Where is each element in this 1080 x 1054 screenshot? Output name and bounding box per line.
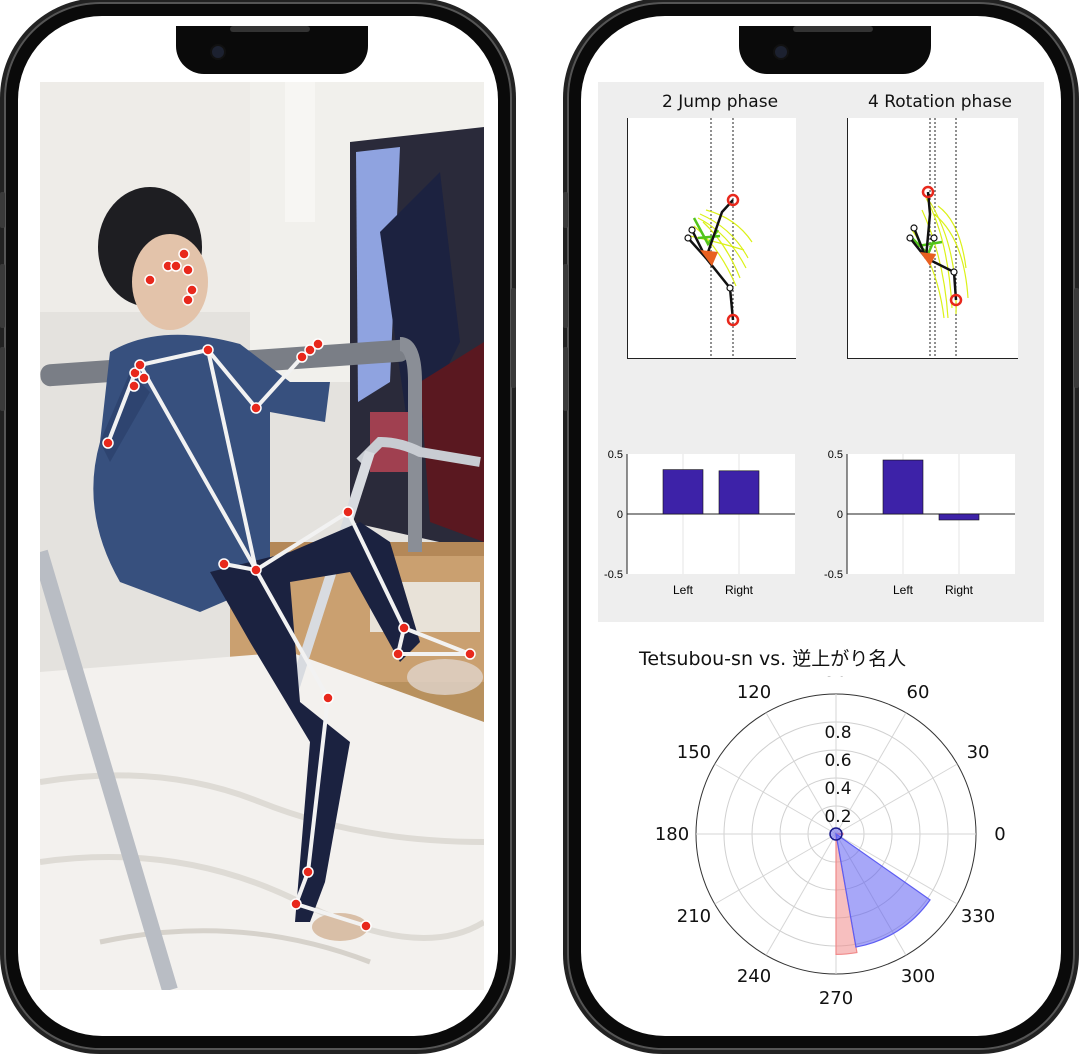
angle-tick-180: 180 (655, 824, 689, 845)
right-screen: 2 Jump phase 4 Rotation phase 0.5 0 -0.5… (581, 16, 1061, 1036)
volume-up-button[interactable] (0, 264, 5, 328)
stick-figure-plot-jump (627, 118, 796, 359)
left-screen (18, 16, 498, 1036)
angle-tick-210: 210 (677, 906, 711, 927)
polar-spoke (765, 833, 837, 956)
camera-icon (775, 46, 787, 58)
angle-tick-120: 120 (737, 682, 771, 703)
subplot-title-rotation: 4 Rotation phase (867, 92, 1013, 112)
volume-down-button[interactable] (0, 347, 5, 411)
bar-left (662, 469, 704, 515)
power-button[interactable] (511, 288, 516, 388)
right-phone-frame: 2 Jump phase 4 Rotation phase 0.5 0 -0.5… (563, 2, 1079, 1050)
angle-tick-30: 30 (967, 742, 990, 763)
notch (176, 26, 368, 74)
power-button[interactable] (1074, 288, 1079, 388)
polar-chart: 0 30 60 90 120 150 180 210 240 270 300 330 0.2 0.4 0.6… (655, 676, 1006, 1009)
angle-tick-90: 90 (825, 676, 848, 681)
skeleton-overlay (102, 248, 476, 932)
notch (739, 26, 931, 74)
radial-tick-0.6: 0.6 (824, 751, 851, 771)
angle-tick-60: 60 (907, 682, 930, 703)
y-tick-minus-0.5: -0.5 (824, 569, 843, 581)
y-tick-0.5: 0.5 (828, 449, 843, 461)
polar-spoke (714, 763, 837, 835)
polar-chart-title: Tetsubou-sn vs. 逆上がり名人 (639, 648, 907, 670)
angle-tick-270: 270 (819, 988, 853, 1009)
angle-tick-150: 150 (677, 742, 711, 763)
mute-switch[interactable] (0, 192, 5, 228)
bar-left (882, 459, 924, 515)
subplot-title-jump: 2 Jump phase (661, 92, 779, 112)
bar-chart-rotation: 0.5 0 -0.5 Left Right (824, 449, 1015, 597)
x-tick-left: Left (673, 583, 694, 597)
x-tick-right: Right (945, 583, 974, 597)
stick-figure-jump (684, 118, 753, 358)
angle-tick-0: 0 (994, 824, 1005, 845)
camera-view (40, 82, 484, 990)
radial-tick-0.4: 0.4 (824, 779, 851, 799)
angle-tick-240: 240 (737, 966, 771, 987)
camera-icon (212, 46, 224, 58)
polar-spoke (835, 763, 958, 835)
y-tick-0: 0 (617, 509, 623, 521)
volume-up-button[interactable] (563, 264, 568, 328)
volume-down-button[interactable] (563, 347, 568, 411)
radial-tick-0.2: 0.2 (824, 807, 851, 827)
stick-figure-rotation (906, 118, 969, 358)
polar-spoke (714, 833, 837, 905)
angle-tick-300: 300 (901, 966, 935, 987)
left-phone-frame (0, 2, 516, 1050)
mute-switch[interactable] (563, 192, 568, 228)
stick-figure-plot-rotation (847, 118, 1018, 359)
radial-tick-0.8: 0.8 (824, 723, 851, 743)
bar-chart-jump: 0.5 0 -0.5 Left Right (604, 449, 795, 597)
x-tick-left: Left (893, 583, 914, 597)
y-tick-0: 0 (837, 509, 843, 521)
bar-right (938, 513, 980, 521)
angle-tick-330: 330 (961, 906, 995, 927)
polar-center-marker (829, 827, 843, 841)
x-tick-right: Right (725, 583, 754, 597)
y-tick-minus-0.5: -0.5 (604, 569, 623, 581)
bar-right (718, 470, 760, 515)
y-tick-0.5: 0.5 (608, 449, 623, 461)
